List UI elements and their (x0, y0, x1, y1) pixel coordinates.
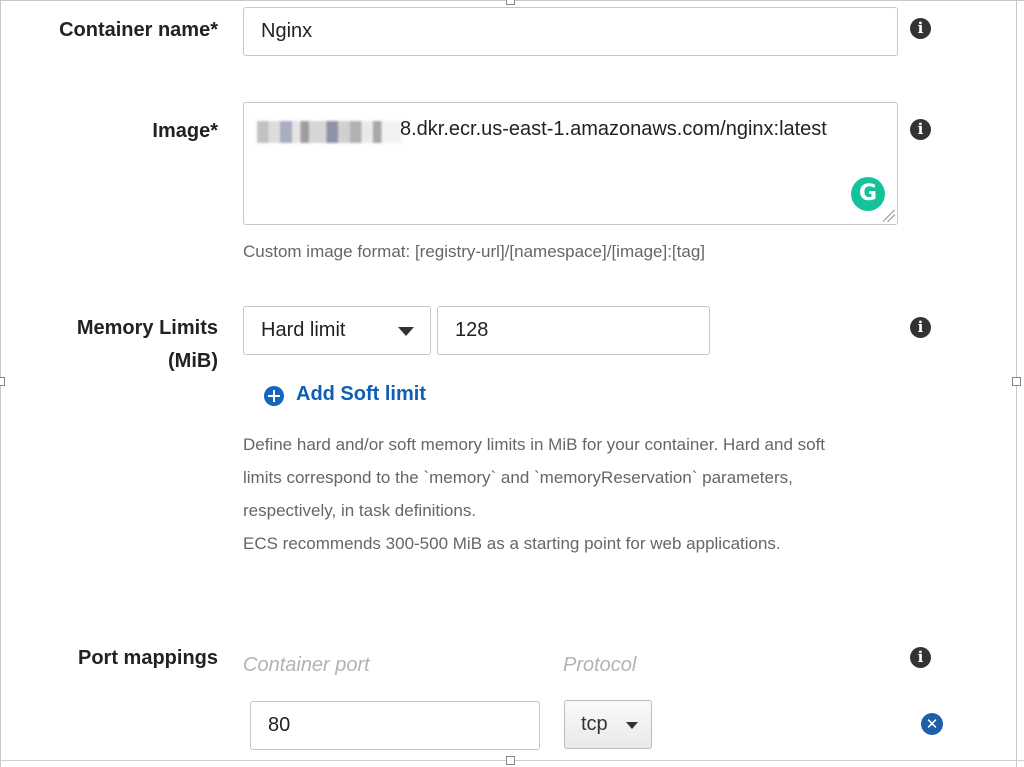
container-name-value: Nginx (261, 20, 313, 42)
memory-help-line: limits correspond to the `memory` and `m… (243, 468, 793, 487)
memory-limits-unit-label: (MiB) (168, 350, 218, 372)
add-soft-limit-link[interactable]: Add Soft limit (296, 383, 426, 406)
plus-circle-icon[interactable] (264, 386, 284, 406)
memory-limit-type-select[interactable]: Hard limit (243, 306, 431, 355)
image-format-help: Custom image format: [registry-url]/[nam… (243, 242, 706, 261)
memory-limit-value: 128 (455, 319, 489, 341)
redacted-registry-id (257, 121, 402, 143)
info-icon[interactable]: i (910, 18, 931, 39)
resize-handle-right[interactable] (1012, 377, 1021, 386)
memory-limit-input[interactable]: 128 (437, 306, 710, 355)
memory-limit-type-value: Hard limit (261, 319, 346, 341)
memory-help-line: respectively, in task definitions. (243, 501, 477, 520)
grammarly-icon[interactable]: G (851, 177, 885, 211)
caret-down-icon (398, 327, 414, 336)
protocol-header: Protocol (563, 654, 637, 676)
textarea-resize-grip[interactable] (883, 210, 895, 222)
container-name-input[interactable]: Nginx (243, 7, 898, 56)
memory-limits-label: Memory Limits (76, 317, 218, 339)
resize-handle-bottom[interactable] (506, 756, 515, 765)
container-port-input[interactable]: 80 (250, 701, 540, 750)
caret-down-icon (626, 722, 638, 729)
protocol-select[interactable]: tcp (564, 700, 652, 749)
protocol-value: tcp (581, 713, 608, 735)
memory-help-line: Define hard and/or soft memory limits in… (243, 435, 826, 454)
port-mappings-label: Port mappings (77, 647, 218, 669)
container-name-label: Container name* (59, 19, 218, 41)
info-icon[interactable]: i (910, 647, 931, 668)
container-port-header: Container port (243, 654, 370, 676)
memory-help-line: ECS recommends 300-500 MiB as a starting… (243, 534, 781, 553)
resize-handle-left[interactable] (0, 377, 5, 386)
image-value: 8.dkr.ecr.us-east-1.amazonaws.com/nginx:… (400, 118, 827, 140)
container-port-value: 80 (268, 714, 291, 736)
info-icon[interactable]: i (910, 119, 931, 140)
resize-handle-top[interactable] (506, 0, 515, 5)
info-icon[interactable]: i (910, 317, 931, 338)
image-label: Image* (152, 120, 218, 142)
remove-circle-icon[interactable]: ✕ (921, 713, 943, 735)
